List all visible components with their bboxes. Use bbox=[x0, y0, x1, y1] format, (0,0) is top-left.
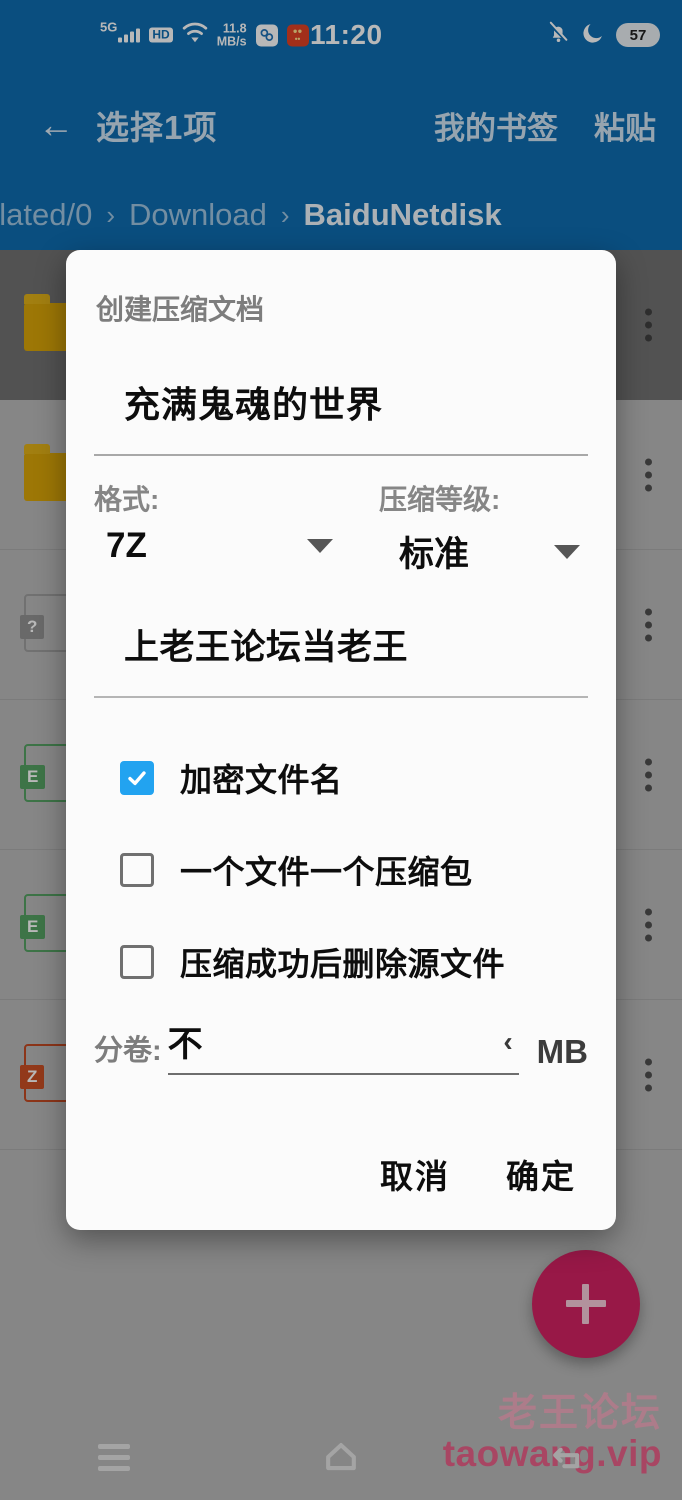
create-archive-dialog: 创建压缩文档 充满鬼魂的世界 格式: 7Z 压缩等级: 标准 上老王论坛当老王 bbox=[66, 250, 616, 1230]
password-input[interactable]: 上老王论坛当老王 bbox=[124, 619, 588, 670]
checkbox-unchecked-icon[interactable] bbox=[120, 945, 154, 979]
checkbox-label: 加密文件名 bbox=[180, 762, 343, 798]
format-and-level-row: 格式: 7Z 压缩等级: 标准 bbox=[94, 478, 588, 577]
cancel-button[interactable]: 取消 bbox=[380, 1150, 450, 1198]
checkbox-unchecked-icon[interactable] bbox=[120, 853, 154, 887]
checkbox-checked-icon[interactable] bbox=[120, 761, 154, 795]
compression-level-label: 压缩等级: bbox=[379, 484, 501, 515]
compression-level-value: 标准 bbox=[399, 535, 470, 574]
split-volume-row: 分卷: 不 ‹ MB bbox=[94, 1016, 588, 1075]
dialog-actions: 取消 确定 bbox=[94, 1150, 588, 1198]
split-volume-value: 不 bbox=[167, 1025, 203, 1064]
split-volume-label: 分卷: bbox=[94, 1035, 162, 1067]
format-value: 7Z bbox=[106, 526, 147, 565]
phone-screen: ? E E Z 老王论坛 taowang.vip 5G HD 11.8 MB/s… bbox=[0, 0, 682, 1500]
format-label: 格式: bbox=[94, 484, 160, 515]
split-volume-input[interactable]: 不 ‹ bbox=[167, 1016, 519, 1075]
split-volume-unit: MB bbox=[536, 1033, 588, 1070]
password-underline bbox=[94, 696, 588, 698]
options-checkbox-group: 加密文件名 一个文件一个压缩包 压缩成功后删除源文件 bbox=[94, 732, 588, 1008]
chevron-down-icon[interactable] bbox=[307, 539, 333, 553]
chevron-down-icon[interactable] bbox=[554, 544, 580, 559]
confirm-button[interactable]: 确定 bbox=[506, 1150, 576, 1198]
checkbox-row-encrypt-filenames[interactable]: 加密文件名 bbox=[120, 732, 588, 824]
format-selector[interactable]: 格式: 7Z bbox=[94, 478, 341, 577]
checkbox-row-delete-source-after[interactable]: 压缩成功后删除源文件 bbox=[120, 916, 588, 1008]
compression-level-selector[interactable]: 压缩等级: 标准 bbox=[341, 478, 588, 577]
dialog-title: 创建压缩文档 bbox=[96, 294, 265, 325]
checkbox-label: 一个文件一个压缩包 bbox=[180, 854, 473, 890]
chevron-left-icon[interactable]: ‹ bbox=[503, 1026, 518, 1058]
checkbox-label: 压缩成功后删除源文件 bbox=[180, 946, 506, 982]
checkbox-row-one-archive-per-file[interactable]: 一个文件一个压缩包 bbox=[120, 824, 588, 916]
archive-name-input[interactable]: 充满鬼魂的世界 bbox=[124, 376, 588, 428]
archive-name-underline bbox=[94, 454, 588, 456]
